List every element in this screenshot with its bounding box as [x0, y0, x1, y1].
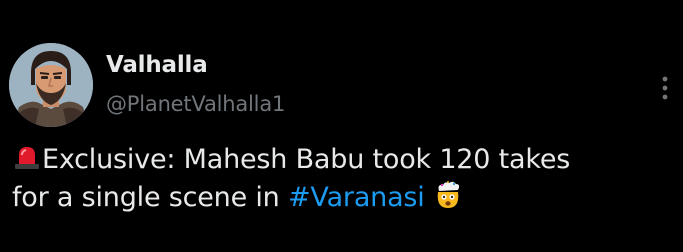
bearded-warrior-avatar-icon: [9, 43, 93, 127]
more-vertical-icon[interactable]: [655, 74, 675, 102]
tweet-card[interactable]: Valhalla @PlanetValhalla1 Exclusive: Mah…: [0, 0, 683, 252]
hashtag-link[interactable]: #Varanasi: [288, 182, 425, 213]
tweet-text: Exclusive: Mahesh Babu took 120 takes fo…: [12, 141, 672, 217]
display-name[interactable]: Valhalla: [106, 52, 208, 78]
rotating-light-siren-icon: [12, 142, 42, 172]
tweet-text-line-1-text: Exclusive: Mahesh Babu took 120 takes: [42, 144, 571, 175]
tweet-text-line-1: Exclusive: Mahesh Babu took 120 takes: [12, 141, 672, 179]
user-handle[interactable]: @PlanetValhalla1: [106, 92, 285, 116]
tweet-text-line-2: for a single scene in #Varanasi: [12, 179, 672, 217]
tweet-text-line-2-text: for a single scene in: [12, 182, 288, 213]
exploding-head-icon: [433, 180, 463, 210]
avatar[interactable]: [9, 43, 93, 127]
